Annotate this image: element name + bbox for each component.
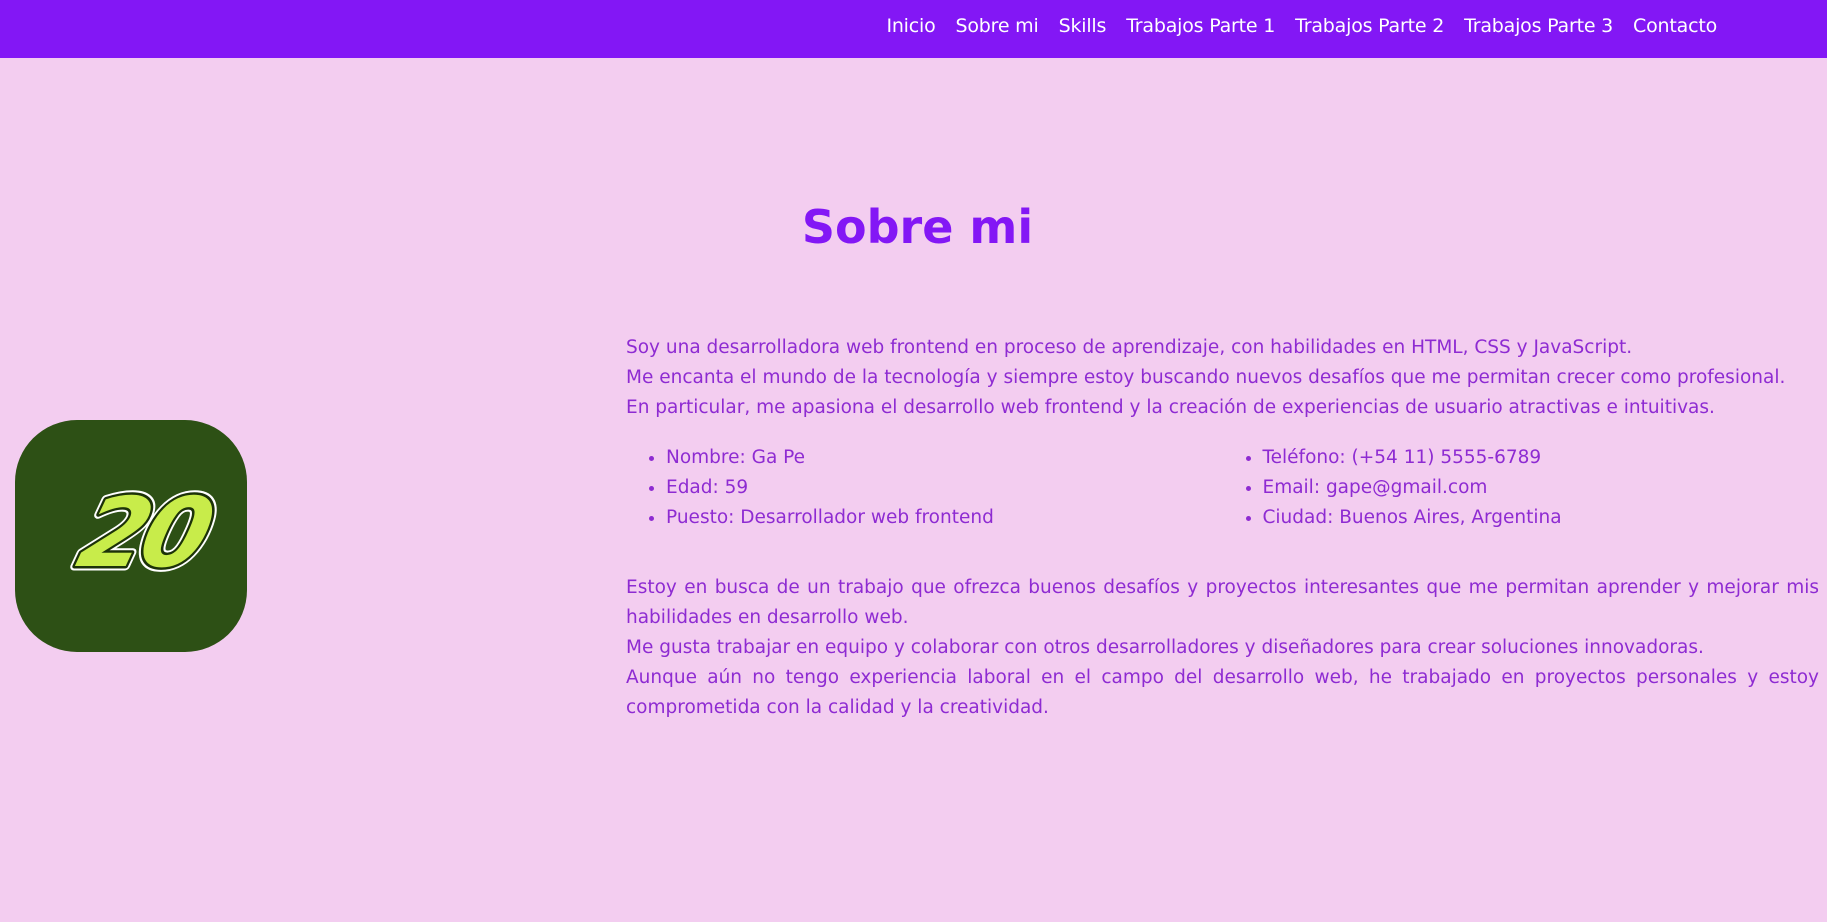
nav-link-contacto[interactable]: Contacto	[1633, 15, 1717, 37]
closing-line: Me gusta trabajar en equipo y colaborar …	[626, 637, 1704, 658]
nav-link-sobre-mi[interactable]: Sobre mi	[956, 15, 1039, 37]
info-item-edad: Edad: 59	[666, 473, 1223, 503]
logo-text-fill: 20	[68, 478, 223, 590]
intro-line: Soy una desarrolladora web frontend en p…	[626, 337, 1633, 358]
nav-link-trabajos-parte-1[interactable]: Trabajos Parte 1	[1126, 15, 1275, 37]
info-list-left: Nombre: Ga Pe Edad: 59 Puesto: Desarroll…	[626, 443, 1223, 533]
nav-link-trabajos-parte-3[interactable]: Trabajos Parte 3	[1464, 15, 1613, 37]
closing-line: Estoy en busca de un trabajo que ofrezca…	[626, 577, 1819, 628]
top-navbar: Inicio Sobre mi Skills Trabajos Parte 1 …	[0, 0, 1827, 58]
intro-line: Me encanta el mundo de la tecnología y s…	[626, 367, 1786, 388]
nav-link-skills[interactable]: Skills	[1059, 15, 1107, 37]
about-content: Soy una desarrolladora web frontend en p…	[626, 333, 1819, 723]
personal-info: Nombre: Ga Pe Edad: 59 Puesto: Desarroll…	[626, 443, 1819, 533]
intro-text: Soy una desarrolladora web frontend en p…	[626, 333, 1819, 423]
nav-link-trabajos-parte-2[interactable]: Trabajos Parte 2	[1295, 15, 1444, 37]
closing-line: Aunque aún no tengo experiencia laboral …	[626, 667, 1819, 718]
nav-link-inicio[interactable]: Inicio	[886, 15, 935, 37]
page-title: Sobre mi	[801, 200, 1034, 254]
number-20-logo-icon: 20 20 20	[63, 473, 227, 594]
info-item-ciudad: Ciudad: Buenos Aires, Argentina	[1263, 503, 1820, 533]
info-item-nombre: Nombre: Ga Pe	[666, 443, 1223, 473]
intro-line: En particular, me apasiona el desarrollo…	[626, 397, 1715, 418]
info-item-puesto: Puesto: Desarrollador web frontend	[666, 503, 1223, 533]
nav-links: Inicio Sobre mi Skills Trabajos Parte 1 …	[886, 0, 1717, 52]
info-list-right: Teléfono: (+54 11) 5555-6789 Email: gape…	[1223, 443, 1820, 533]
info-item-telefono: Teléfono: (+54 11) 5555-6789	[1263, 443, 1820, 473]
info-item-email: Email: gape@gmail.com	[1263, 473, 1820, 503]
closing-text: Estoy en busca de un trabajo que ofrezca…	[626, 573, 1819, 723]
profile-logo: 20 20 20	[15, 420, 247, 652]
